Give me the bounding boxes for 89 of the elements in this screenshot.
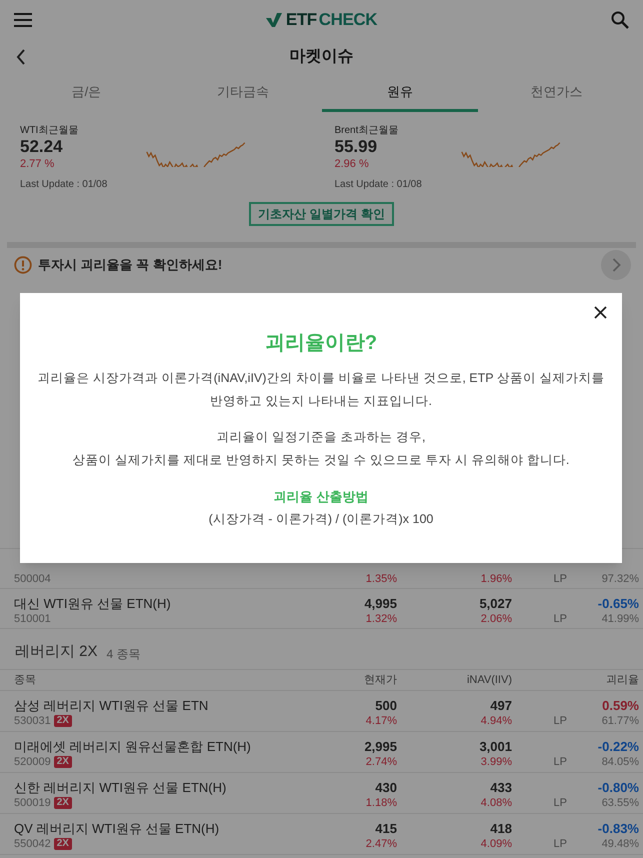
inav-value: 3,001	[478, 738, 512, 756]
quote-label: Brent최근월물	[334, 124, 400, 137]
column-header: 현재가	[363, 672, 397, 688]
menu-icon[interactable]	[14, 13, 32, 27]
column-header: 괴리율	[605, 672, 639, 688]
method-title: 괴리율 산출방법	[274, 488, 368, 506]
premium-rate: -0.80%	[596, 779, 639, 797]
dialog-paragraph: 괴리율은 시장가격과 이론가격(iNAV,iIV)간의 차이를 비율로 나타낸 것으로, ETP 상품이 실제가치를 반영하고 있는지 나타내는 지표입니다.	[36, 370, 606, 410]
item-count: 4 종목	[106, 646, 141, 663]
price-change: 4.17%	[364, 714, 397, 729]
price-change: 2.74%	[364, 755, 397, 770]
product-code: 510001	[14, 612, 51, 627]
inav-change: 4.94%	[480, 714, 512, 729]
inav-value: 418	[489, 820, 512, 838]
leverage-badge: 2X	[54, 715, 72, 728]
price-change: 1.18%	[364, 796, 397, 811]
price-change: 1.35%	[364, 572, 397, 587]
quote-value: 52.24	[20, 137, 64, 157]
lp-label: LP	[552, 755, 568, 770]
product-code: 500019	[14, 796, 51, 811]
tab[interactable]: 천연가스	[478, 74, 635, 112]
lp-label: LP	[552, 714, 568, 729]
product-name: 신한 레버리지 WTI원유 선물 ETN(H)	[14, 779, 228, 797]
lp-ratio: 97.32%	[600, 572, 639, 587]
logo-text: CHECK	[318, 9, 378, 32]
product-code: 550042	[14, 837, 51, 852]
product-name: 미래에셋 레버리지 원유선물혼합 ETN(H)	[14, 738, 252, 756]
premium-rate: -0.65%	[596, 595, 639, 613]
current-price: 430	[374, 779, 397, 797]
inav-change: 1.96%	[480, 572, 512, 587]
chevron-icon	[612, 258, 620, 272]
premium-rate: -0.22%	[596, 738, 639, 756]
inav-change: 4.09%	[480, 837, 512, 852]
premium-rate: -0.83%	[596, 820, 639, 838]
formula-text: (시장가격 - 이론가격) / (이론가격)x 100	[208, 511, 434, 528]
current-price: 500	[374, 697, 397, 715]
last-update: Last Update : 01/08	[20, 178, 108, 192]
lp-label: LP	[552, 837, 568, 852]
current-price: 415	[374, 820, 397, 838]
lp-label: LP	[552, 572, 568, 587]
lp-ratio: 49.48%	[600, 837, 639, 852]
product-name: 대신 WTI원유 선물 ETN(H)	[14, 595, 172, 613]
inav-value: 5,027	[478, 595, 512, 613]
product-code: 520009	[14, 755, 51, 770]
logo-text: ETF	[286, 9, 317, 32]
lp-ratio: 41.99%	[600, 612, 639, 627]
last-update: Last Update : 01/08	[334, 178, 423, 192]
close-icon[interactable]	[594, 306, 607, 319]
section-title: 레버리지 2X	[15, 642, 98, 662]
inav-value: 433	[489, 779, 512, 797]
product-code: 500004	[14, 572, 51, 587]
product-name: QV 레버리지 WTI원유 선물 ETN(H)	[14, 820, 220, 838]
dialog-title: 괴리율이란?	[264, 331, 378, 356]
product-name: 삼성 레버리지 WTI원유 선물 ETN	[14, 697, 210, 715]
column-header: 종목	[14, 672, 37, 688]
current-price: 4,995	[363, 595, 397, 613]
inav-change: 2.06%	[480, 612, 512, 627]
tab[interactable]: 기타금속	[164, 74, 322, 112]
leverage-badge: 2X	[54, 797, 72, 810]
lp-label: LP	[552, 612, 568, 627]
warning-icon	[14, 256, 32, 274]
dialog-paragraph: 괴리율이 일정기준을 초과하는 경우, 상품이 실제가치를 제대로 반영하지 못하는 것일 수 있으므로 투자 시 유의해야 합니다.	[72, 429, 570, 469]
price-change: 2.47%	[364, 837, 397, 852]
column-header: iNAV(IIV)	[466, 672, 512, 688]
notice-text: 투자시 괴리율을 꼭 확인하세요!	[38, 256, 224, 274]
price-change: 1.32%	[364, 612, 397, 627]
lp-label: LP	[552, 796, 568, 811]
inav-value: 497	[489, 697, 512, 715]
quote-value: 55.99	[334, 137, 378, 157]
inav-change: 4.08%	[480, 796, 512, 811]
product-code: 530031	[14, 714, 51, 729]
quote-label: WTI최근월물	[20, 124, 80, 137]
lp-ratio: 84.05%	[600, 755, 639, 770]
back-icon[interactable]	[16, 49, 26, 65]
page-title: 마켓이슈	[290, 48, 354, 65]
lp-ratio: 63.55%	[600, 796, 639, 811]
quote-change: 2.96 %	[334, 157, 370, 172]
leverage-badge: 2X	[54, 756, 72, 768]
inav-change: 3.99%	[480, 755, 512, 770]
current-price: 2,995	[363, 738, 397, 756]
leverage-badge: 2X	[54, 838, 72, 850]
quote-change: 2.77 %	[20, 157, 56, 172]
daily-price-button[interactable]: 기초자산 일별가격 확인	[249, 202, 394, 226]
lp-ratio: 61.77%	[600, 714, 639, 729]
premium-rate: 0.59%	[601, 697, 639, 715]
check-icon	[266, 13, 282, 27]
tab[interactable]: 원유	[322, 74, 478, 112]
tab[interactable]: 금/은	[8, 74, 165, 112]
search-icon[interactable]	[610, 11, 629, 29]
